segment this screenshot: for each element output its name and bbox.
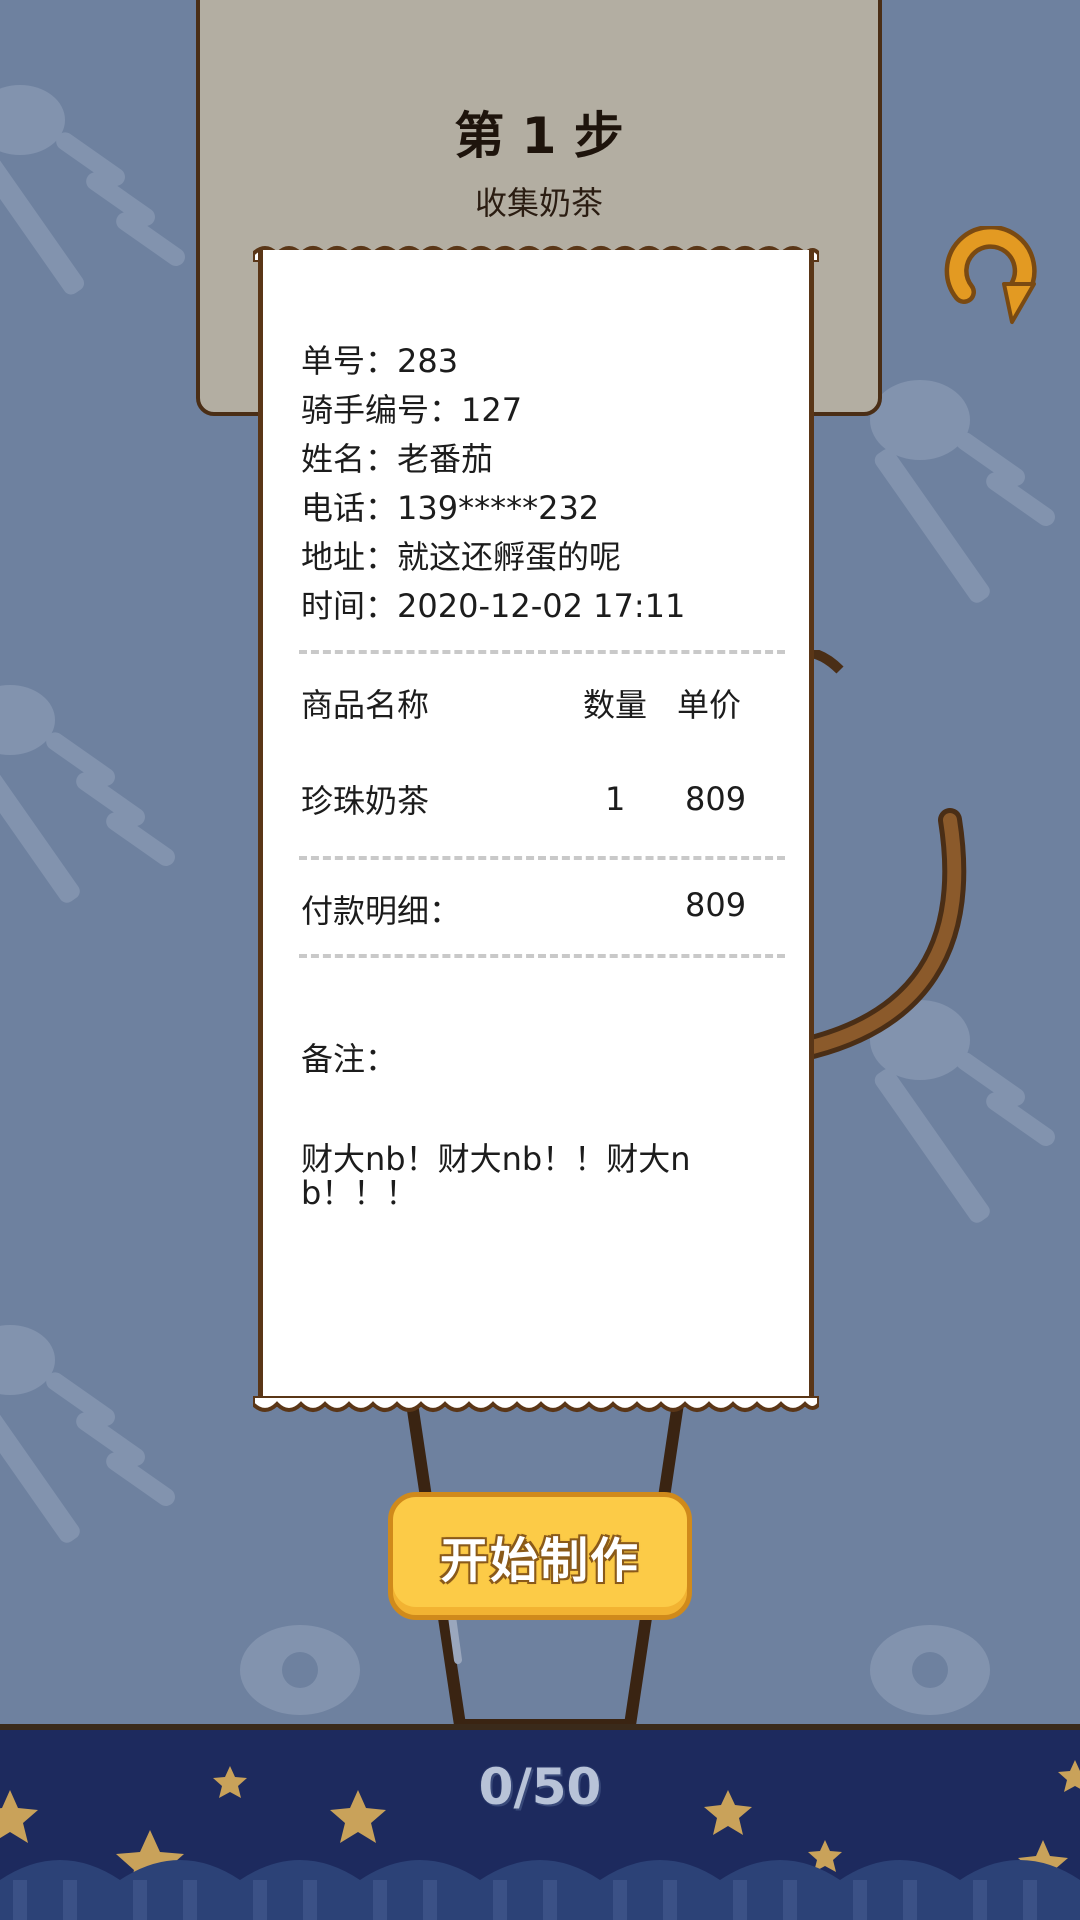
step-title: 第 1 步: [454, 107, 624, 165]
item-qty: 1: [605, 780, 626, 818]
start-making-label: 开始制作: [439, 1533, 640, 1589]
fishbone-icon: [860, 360, 1080, 620]
receipt-bottom-edge: [253, 1396, 819, 1412]
bottom-bar: [0, 1724, 1080, 1920]
fishbone-icon: [0, 1300, 220, 1580]
rider-number: 骑手编号：127: [301, 391, 523, 429]
item-name: 珍珠奶茶: [301, 782, 430, 820]
step-subtitle: 收集奶茶: [474, 184, 603, 222]
customer-phone: 电话：139*****232: [301, 489, 600, 527]
divider: [299, 650, 785, 654]
payment-label: 付款明细：: [301, 892, 462, 930]
restart-arrow-icon: [944, 224, 1037, 324]
fishbone-icon: [0, 660, 220, 940]
divider: [299, 954, 785, 958]
payment-total: 809: [685, 886, 747, 924]
start-making-button[interactable]: 开始制作: [388, 1492, 692, 1620]
fishbone-icon: [0, 60, 210, 320]
customer-address: 地址：就这还孵蛋的呢: [301, 538, 622, 576]
restart-button[interactable]: [942, 224, 1042, 326]
item-price: 809: [685, 780, 747, 818]
order-time: 时间：2020-12-02 17:11: [301, 587, 686, 625]
order-number: 单号：283: [301, 342, 459, 380]
remark-label: 备注：: [301, 1040, 398, 1078]
divider: [299, 856, 785, 860]
remark-text: 财大nb！财大nb！！财大nb！！！: [301, 1140, 691, 1212]
header-product: 商品名称: [301, 686, 430, 724]
order-receipt: 单号：283 骑手编号：127 姓名：老番茄 电话：139*****232 地址…: [258, 250, 814, 1406]
header-qty: 数量: [583, 686, 648, 724]
customer-name: 姓名：老番茄: [301, 440, 494, 478]
progress-counter: 0/50: [478, 1758, 602, 1816]
header-price: 单价: [677, 686, 742, 724]
